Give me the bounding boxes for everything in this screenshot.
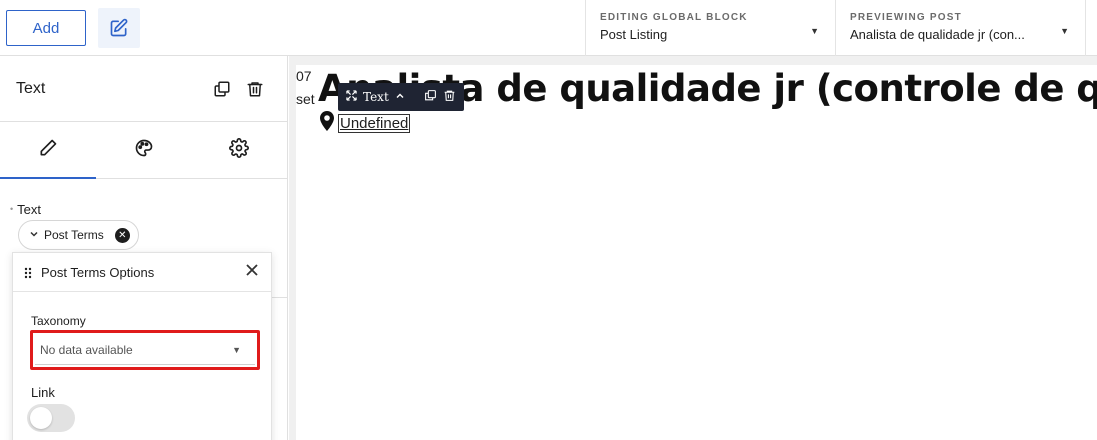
toggle-knob — [30, 407, 52, 429]
previewing-post-select[interactable]: PREVIEWING POST Analista de qualidade jr… — [836, 0, 1085, 56]
popover-title: Post Terms Options — [41, 265, 155, 280]
previewing-label: PREVIEWING POST — [850, 12, 962, 23]
editor-canvas: 07 set Analista de qualidade jr (control… — [289, 56, 1097, 440]
taxonomy-select[interactable]: No data available ▼ — [35, 335, 255, 365]
chevron-down-icon[interactable] — [29, 229, 39, 242]
link-toggle[interactable] — [27, 404, 75, 432]
taxonomy-highlight: No data available ▼ — [30, 330, 260, 370]
post-terms-options-popover: Post Terms Options Taxonomy No data avai… — [12, 252, 272, 440]
pencil-icon — [38, 138, 58, 163]
popover-header: Post Terms Options — [13, 253, 271, 292]
editing-global-block-select[interactable]: EDITING GLOBAL BLOCK Post Listing ▼ — [586, 0, 835, 56]
divider — [272, 297, 287, 298]
trash-icon[interactable] — [443, 89, 456, 105]
duplicate-icon[interactable] — [211, 78, 233, 100]
panel-title: Text — [16, 80, 46, 97]
panel-header: Text — [0, 56, 287, 122]
post-date-month: set — [296, 91, 315, 107]
duplicate-icon[interactable] — [424, 89, 437, 105]
tab-settings[interactable] — [191, 122, 287, 178]
preview-page: 07 set Analista de qualidade jr (control… — [296, 65, 1097, 440]
map-pin-icon — [320, 111, 334, 136]
text-field-label: • Text — [10, 202, 41, 217]
move-icon[interactable] — [346, 90, 357, 104]
chevron-up-icon[interactable] — [395, 90, 405, 104]
add-button[interactable]: Add — [6, 10, 86, 46]
link-label: Link — [31, 385, 55, 400]
panel-tabs — [0, 122, 287, 179]
caret-down-icon: ▼ — [810, 26, 819, 36]
taxonomy-value: No data available — [40, 342, 133, 357]
trash-icon[interactable] — [244, 78, 266, 100]
caret-down-icon: ▼ — [232, 344, 241, 355]
location-text[interactable]: Undefined — [338, 114, 411, 133]
location-row: Undefined — [320, 111, 411, 136]
post-date-day: 07 — [296, 68, 312, 84]
palette-icon — [134, 138, 154, 163]
caret-down-icon: ▼ — [1060, 26, 1069, 36]
edit-icon[interactable] — [98, 8, 140, 48]
remove-icon[interactable]: ✕ — [114, 227, 130, 243]
editing-value: Post Listing — [600, 27, 668, 42]
taxonomy-label: Taxonomy — [31, 314, 86, 328]
previewing-value: Analista de qualidade jr (con... — [850, 27, 1025, 42]
drag-handle-icon[interactable] — [24, 266, 32, 284]
editing-label: EDITING GLOBAL BLOCK — [600, 12, 748, 23]
post-terms-chip[interactable]: Post Terms ✕ — [18, 220, 139, 250]
close-icon[interactable] — [245, 263, 259, 282]
bullet-icon: • — [10, 204, 14, 214]
tab-style[interactable] — [96, 122, 192, 178]
divider — [1085, 0, 1086, 56]
block-toolbar: Text — [338, 83, 464, 111]
toolbar-label[interactable]: Text — [363, 90, 389, 104]
top-bar: Add EDITING GLOBAL BLOCK Post Listing ▼ … — [0, 0, 1097, 56]
gear-icon — [229, 137, 250, 163]
chip-label: Post Terms — [44, 228, 104, 242]
tab-content[interactable] — [0, 122, 96, 179]
